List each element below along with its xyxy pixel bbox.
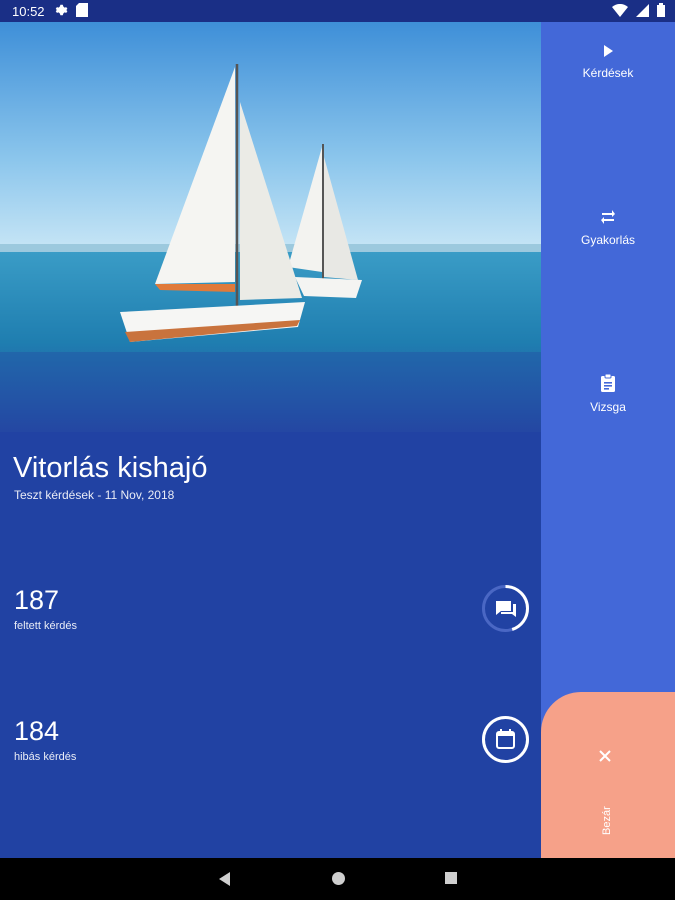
close-icon (599, 750, 611, 762)
menu-item-questions-label: Kérdések (582, 66, 634, 80)
back-icon[interactable] (217, 871, 231, 887)
main-panel: Vitorlás kishajó Teszt kérdések - 11 Nov… (0, 432, 541, 858)
status-left-icons (54, 3, 88, 17)
menu-item-practice-label: Gyakorlás (580, 233, 636, 247)
stat-asked-progress (481, 584, 530, 633)
status-time: 10:52 (12, 4, 45, 19)
wifi-icon (612, 3, 628, 17)
stat-wrong-label: hibás kérdés (14, 751, 77, 763)
repeat-icon (601, 210, 615, 224)
sd-card-icon (76, 3, 88, 17)
hero-image (0, 22, 541, 432)
recents-icon[interactable] (444, 871, 458, 885)
stat-asked-label: feltett kérdés (14, 620, 77, 632)
menu-item-practice[interactable]: Gyakorlás (541, 209, 675, 247)
play-icon (604, 45, 613, 57)
status-bar: 10:52 (0, 0, 675, 22)
page-title: Vitorlás kishajó (13, 452, 208, 484)
android-nav-bar (0, 858, 675, 900)
stat-wrong-progress (481, 715, 530, 764)
menu-item-questions[interactable]: Kérdések (541, 44, 675, 80)
chat-icon (496, 601, 516, 617)
stat-asked-count: 187 (14, 585, 60, 615)
menu-item-exam[interactable]: Vizsga (541, 374, 675, 414)
page-subtitle: Teszt kérdések - 11 Nov, 2018 (14, 488, 175, 502)
signal-icon (636, 3, 649, 17)
stat-wrong-count: 184 (14, 716, 60, 746)
menu-item-exam-label: Vizsga (590, 400, 626, 414)
close-label: Bezár (601, 806, 613, 835)
battery-icon (657, 3, 665, 17)
calendar-icon (496, 729, 515, 749)
gear-icon (55, 4, 68, 16)
close-button[interactable]: Bezár (541, 692, 675, 858)
home-icon[interactable] (331, 871, 346, 886)
status-right-icons (612, 3, 665, 17)
clipboard-icon (601, 374, 615, 392)
